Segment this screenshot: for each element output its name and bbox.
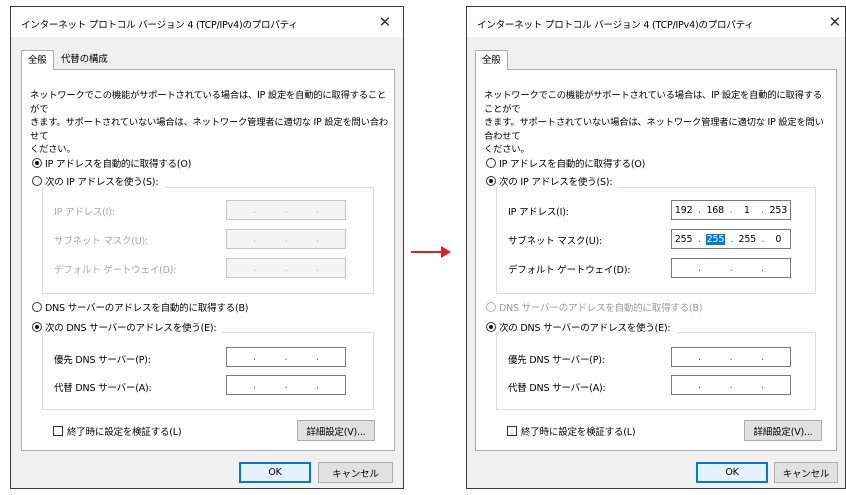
dns-auto-radio[interactable]: DNS サーバーのアドレスを自動的に取得する(B) bbox=[486, 300, 703, 314]
dns-manual-radio[interactable]: 次の DNS サーバーのアドレスを使う(E): bbox=[32, 320, 223, 334]
dns-auto-label: DNS サーバーのアドレスを自動的に取得する(B) bbox=[499, 303, 703, 314]
subnet-mask-label: サブネット マスク(U): bbox=[54, 236, 148, 247]
alternate-dns-field[interactable]: ... bbox=[226, 375, 346, 395]
dns-manual-label: 次の DNS サーバーのアドレスを使う(E): bbox=[499, 320, 677, 334]
ok-button[interactable]: OK bbox=[239, 462, 311, 483]
tab-general[interactable]: 全般 bbox=[475, 50, 508, 70]
preferred-dns-field[interactable]: ... bbox=[226, 347, 346, 367]
radio-indicator bbox=[32, 176, 42, 186]
ok-button[interactable]: OK bbox=[696, 462, 768, 483]
ip-auto-radio[interactable]: IP アドレスを自動的に取得する(O) bbox=[32, 156, 191, 170]
general-panel: ネットワークでこの機能がサポートされている場合は、IP 設定を自動的に取得するこ… bbox=[21, 69, 395, 451]
validate-label: 終了時に設定を検証する(L) bbox=[67, 427, 182, 438]
title-bar: インターネット プロトコル バージョン 4 (TCP/IPv4)のプロパティ ✕ bbox=[11, 7, 403, 37]
subnet-mask-field[interactable]: 255. 255. 255. 0 bbox=[671, 229, 791, 249]
preferred-dns-label: 優先 DNS サーバー(P): bbox=[54, 355, 151, 366]
dns-manual-radio[interactable]: 次の DNS サーバーのアドレスを使う(E): bbox=[486, 320, 677, 334]
ip-auto-label: IP アドレスを自動的に取得する(O) bbox=[499, 159, 646, 170]
close-icon[interactable]: ✕ bbox=[829, 13, 842, 31]
ip-auto-radio[interactable]: IP アドレスを自動的に取得する(O) bbox=[486, 156, 645, 170]
gateway-field[interactable]: . . . bbox=[671, 258, 791, 278]
advanced-button[interactable]: 詳細設定(V)... bbox=[297, 420, 375, 441]
subnet-octet-1: 255 bbox=[674, 233, 693, 245]
dns-auto-radio[interactable]: DNS サーバーのアドレスを自動的に取得する(B) bbox=[32, 300, 249, 314]
radio-indicator bbox=[486, 158, 496, 168]
cancel-button[interactable]: キャンセル bbox=[318, 462, 393, 483]
gateway-field[interactable]: . . . bbox=[226, 258, 346, 278]
checkbox-indicator bbox=[507, 426, 517, 436]
subnet-mask-field[interactable]: . . . bbox=[226, 229, 346, 249]
tab-general[interactable]: 全般 bbox=[21, 50, 54, 70]
alternate-dns-label: 代替 DNS サーバー(A): bbox=[508, 383, 606, 394]
radio-indicator bbox=[486, 176, 496, 186]
radio-indicator bbox=[486, 302, 496, 312]
tcpip-properties-dialog-after: インターネット プロトコル バージョン 4 (TCP/IPv4)のプロパティ ✕… bbox=[466, 6, 846, 489]
advanced-button[interactable]: 詳細設定(V)... bbox=[744, 420, 822, 441]
subnet-octet-4: 0 bbox=[775, 233, 782, 245]
description-text: ネットワークでこの機能がサポートされている場合は、IP 設定を自動的に取得するこ… bbox=[30, 90, 388, 155]
validate-on-exit-checkbox[interactable]: 終了時に設定を検証する(L) bbox=[507, 424, 636, 438]
ip-manual-label: 次の IP アドレスを使う(S): bbox=[499, 174, 619, 188]
tab-alternate-configuration[interactable]: 代替の構成 bbox=[55, 50, 114, 70]
ip-octet-2: 168 bbox=[706, 204, 724, 216]
description-text: ネットワークでこの機能がサポートされている場合は、IP 設定を自動的に取得するこ… bbox=[484, 90, 824, 155]
general-panel: ネットワークでこの機能がサポートされている場合は、IP 設定を自動的に取得するこ… bbox=[475, 69, 837, 451]
alternate-dns-field[interactable]: ... bbox=[671, 375, 791, 395]
close-icon[interactable]: ✕ bbox=[379, 13, 392, 31]
dialog-title: インターネット プロトコル バージョン 4 (TCP/IPv4)のプロパティ bbox=[21, 20, 298, 31]
cancel-button[interactable]: キャンセル bbox=[774, 462, 838, 483]
ip-address-field[interactable]: 192. 168. 1. 253 bbox=[671, 200, 791, 220]
dns-auto-label: DNS サーバーのアドレスを自動的に取得する(B) bbox=[45, 303, 249, 314]
checkbox-indicator bbox=[53, 426, 63, 436]
validate-label: 終了時に設定を検証する(L) bbox=[521, 427, 636, 438]
radio-indicator bbox=[32, 158, 42, 168]
gateway-label: デフォルト ゲートウェイ(D): bbox=[54, 265, 177, 276]
selected-octet-highlight: 255 bbox=[705, 233, 726, 245]
gateway-label: デフォルト ゲートウェイ(D): bbox=[508, 265, 631, 276]
ip-manual-radio[interactable]: 次の IP アドレスを使う(S): bbox=[486, 174, 619, 188]
ip-manual-label: 次の IP アドレスを使う(S): bbox=[45, 174, 165, 188]
alternate-dns-label: 代替 DNS サーバー(A): bbox=[54, 383, 152, 394]
dns-settings-group bbox=[42, 332, 374, 410]
dns-manual-label: 次の DNS サーバーのアドレスを使う(E): bbox=[45, 320, 223, 334]
dns-settings-group bbox=[496, 332, 816, 410]
ip-address-field[interactable]: . . . bbox=[226, 200, 346, 220]
ip-octet-1: 192 bbox=[674, 204, 693, 216]
ip-auto-label: IP アドレスを自動的に取得する(O) bbox=[45, 159, 192, 170]
ip-address-label: IP アドレス(I): bbox=[508, 207, 569, 218]
ip-octet-3: 1 bbox=[743, 204, 750, 216]
transition-arrow-line bbox=[411, 251, 443, 253]
title-bar: インターネット プロトコル バージョン 4 (TCP/IPv4)のプロパティ ✕ bbox=[467, 7, 845, 37]
radio-indicator bbox=[32, 302, 42, 312]
ip-manual-radio[interactable]: 次の IP アドレスを使う(S): bbox=[32, 174, 165, 188]
preferred-dns-field[interactable]: ... bbox=[671, 347, 791, 367]
radio-indicator bbox=[486, 322, 496, 332]
preferred-dns-label: 優先 DNS サーバー(P): bbox=[508, 355, 605, 366]
radio-indicator bbox=[32, 322, 42, 332]
dialog-title: インターネット プロトコル バージョン 4 (TCP/IPv4)のプロパティ bbox=[477, 20, 754, 31]
subnet-octet-3: 255 bbox=[738, 233, 757, 245]
arrow-right-icon bbox=[441, 246, 451, 258]
tcpip-properties-dialog-before: インターネット プロトコル バージョン 4 (TCP/IPv4)のプロパティ ✕… bbox=[10, 6, 404, 489]
ip-address-label: IP アドレス(I): bbox=[54, 207, 115, 218]
validate-on-exit-checkbox[interactable]: 終了時に設定を検証する(L) bbox=[53, 424, 182, 438]
subnet-octet-2: 255 bbox=[705, 233, 726, 245]
ip-octet-4: 253 bbox=[769, 204, 788, 216]
subnet-mask-label: サブネット マスク(U): bbox=[508, 236, 602, 247]
